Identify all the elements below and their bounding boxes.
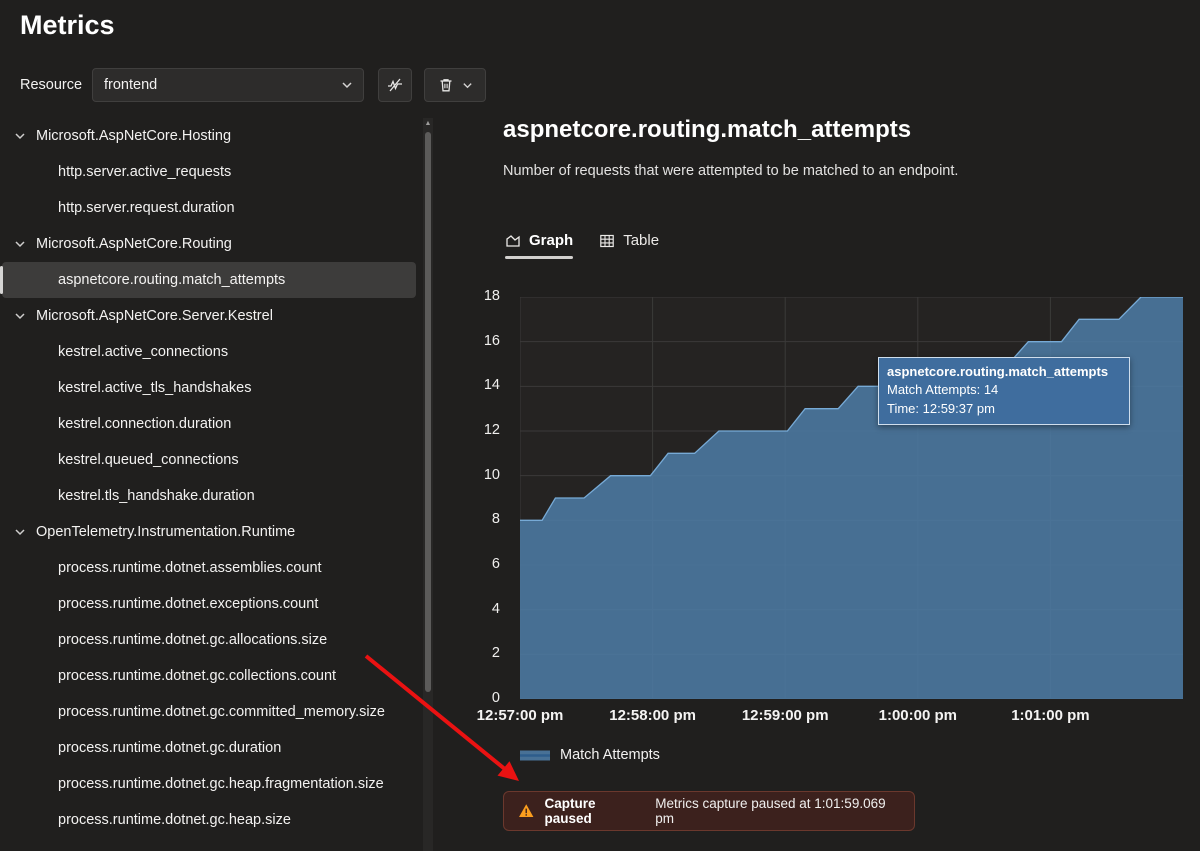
chevron-down-icon xyxy=(15,133,25,140)
y-tick-label: 18 xyxy=(483,288,500,304)
page-title: Metrics xyxy=(20,10,115,40)
y-tick-label: 0 xyxy=(491,690,500,706)
y-tick-label: 6 xyxy=(491,556,500,572)
metric-description: Number of requests that were attempted t… xyxy=(503,163,959,179)
resource-select[interactable]: frontend xyxy=(92,68,364,102)
y-tick-label: 8 xyxy=(491,511,500,528)
scrollbar-up-arrow[interactable]: ▲ xyxy=(423,120,433,127)
x-tick-label: 1:01:00 pm xyxy=(1011,707,1090,724)
sidebar-item[interactable]: http.server.active_requests xyxy=(2,154,416,190)
sidebar-group-label: OpenTelemetry.Instrumentation.Runtime xyxy=(36,524,296,540)
sidebar-item-label: http.server.active_requests xyxy=(58,164,232,180)
sidebar-item[interactable]: process.runtime.dotnet.gc.duration xyxy=(2,730,416,766)
sidebar-item-label: kestrel.tls_handshake.duration xyxy=(58,488,255,504)
tooltip-time: Time: 12:59:37 pm xyxy=(887,400,995,416)
sidebar-item[interactable]: kestrel.connection.duration xyxy=(2,406,416,442)
chevron-down-icon xyxy=(15,241,25,248)
chevron-down-icon xyxy=(15,529,25,536)
scrollbar-thumb[interactable] xyxy=(425,132,431,692)
metrics-page: Metrics Resource frontend Microsoft.AspN… xyxy=(0,0,1200,851)
sidebar-group-label: Microsoft.AspNetCore.Hosting xyxy=(36,128,232,144)
sidebar-item-label: process.runtime.dotnet.gc.collections.co… xyxy=(58,668,337,684)
sidebar-group[interactable]: Microsoft.AspNetCore.Hosting xyxy=(2,118,416,154)
sidebar-item-label: process.runtime.dotnet.exceptions.count xyxy=(58,596,319,612)
sidebar-item-label: http.server.request.duration xyxy=(58,200,235,216)
banner-title: Capture paused xyxy=(544,796,596,826)
sidebar-item[interactable]: kestrel.active_tls_handshakes xyxy=(2,370,416,406)
y-tick-label: 4 xyxy=(491,600,500,617)
tooltip-value: Match Attempts: 14 xyxy=(887,382,999,398)
sidebar-item[interactable]: kestrel.active_connections xyxy=(2,334,416,370)
sidebar-group-label: Microsoft.AspNetCore.Server.Kestrel xyxy=(36,308,273,324)
x-tick-label: 12:57:00 pm xyxy=(476,707,564,724)
sidebar-item[interactable]: http.server.request.duration xyxy=(2,190,416,226)
resource-label: Resource xyxy=(20,77,83,93)
sidebar-item-label: process.runtime.dotnet.gc.committed_memo… xyxy=(58,704,385,720)
sidebar-item-label: process.runtime.dotnet.gc.duration xyxy=(58,740,282,756)
chevron-down-icon xyxy=(462,82,472,88)
area-chart-icon xyxy=(506,234,520,247)
x-tick-label: 1:00:00 pm xyxy=(878,707,957,724)
sidebar-group[interactable]: Microsoft.AspNetCore.Server.Kestrel xyxy=(2,298,416,334)
sidebar-item-label: kestrel.active_tls_handshakes xyxy=(58,380,252,396)
y-tick-label: 14 xyxy=(483,377,500,394)
metrics-tree: Microsoft.AspNetCore.Hosting http.server.… xyxy=(0,118,420,851)
sidebar-item[interactable]: kestrel.tls_handshake.duration xyxy=(2,478,416,514)
chevron-down-icon xyxy=(342,82,352,89)
remove-metrics-button[interactable] xyxy=(424,68,486,102)
sidebar-item[interactable]: process.runtime.dotnet.gc.allocations.si… xyxy=(2,622,416,658)
chart-tooltip: aspnetcore.routing.match_attempts Match … xyxy=(878,357,1130,426)
selection-indicator xyxy=(0,266,3,294)
tab-graph[interactable]: Graph xyxy=(505,232,574,259)
chevron-down-icon xyxy=(15,313,25,320)
sidebar-item-label: process.runtime.dotnet.gc.heap.size xyxy=(58,812,291,828)
metric-title: aspnetcore.routing.match_attempts xyxy=(503,116,912,143)
table-grid-icon xyxy=(600,234,614,247)
sidebar-item[interactable]: aspnetcore.routing.match_attempts xyxy=(2,262,416,298)
sidebar-group[interactable]: Microsoft.AspNetCore.Routing xyxy=(2,226,416,262)
sidebar-item-label: kestrel.queued_connections xyxy=(58,452,239,468)
sidebar-item[interactable]: process.runtime.dotnet.assemblies.count xyxy=(2,550,416,586)
y-tick-label: 12 xyxy=(483,422,500,438)
y-axis-labels: 0 2 4 6 8 10 12 14 16 18 xyxy=(450,288,510,706)
sidebar-item-label: kestrel.connection.duration xyxy=(58,416,232,432)
sidebar-item[interactable]: process.runtime.dotnet.gc.heap.fragmenta… xyxy=(2,766,416,802)
x-tick-label: 12:58:00 pm xyxy=(609,707,696,724)
trash-icon xyxy=(440,79,451,92)
y-tick-label: 16 xyxy=(483,332,500,349)
view-tabs: Graph Table xyxy=(505,232,659,259)
sidebar-scrollbar[interactable]: ▲ xyxy=(423,118,433,851)
sidebar-item-label: process.runtime.dotnet.gc.heap.fragmenta… xyxy=(58,776,384,792)
sidebar-item[interactable]: process.runtime.dotnet.gc.collections.co… xyxy=(2,658,416,694)
sidebar-item[interactable]: kestrel.queued_connections xyxy=(2,442,416,478)
active-tab-indicator xyxy=(505,256,574,259)
y-tick-label: 10 xyxy=(483,466,500,483)
sidebar-item[interactable]: process.runtime.dotnet.exceptions.count xyxy=(2,586,416,622)
resource-select-value: frontend xyxy=(104,77,158,93)
pause-metrics-button[interactable] xyxy=(378,68,412,102)
legend-label: Match Attempts xyxy=(560,747,660,763)
sidebar-item-label: process.runtime.dotnet.gc.allocations.si… xyxy=(58,632,328,648)
sidebar-item[interactable]: process.runtime.dotnet.gc.committed_memo… xyxy=(2,694,416,730)
sidebar-group-label: Microsoft.AspNetCore.Routing xyxy=(36,236,232,252)
banner-message: Metrics capture paused at 1:01:59.069 pm xyxy=(655,796,886,826)
y-tick-label: 2 xyxy=(491,645,500,662)
x-tick-label: 12:59:00 pm xyxy=(741,707,829,724)
sidebar-item-label: process.runtime.dotnet.assemblies.count xyxy=(58,560,322,576)
sidebar-item-label: kestrel.active_connections xyxy=(58,344,229,360)
capture-paused-banner: Capture paused Metrics capture paused at… xyxy=(503,791,915,831)
x-axis-labels: 12:57:00 pm 12:58:00 pm 12:59:00 pm 1:00:00… xyxy=(477,707,1183,729)
sidebar-item[interactable]: process.runtime.dotnet.gc.heap.size xyxy=(2,802,416,838)
warning-icon xyxy=(519,804,534,817)
sidebar-group[interactable]: OpenTelemetry.Instrumentation.Runtime xyxy=(2,514,416,550)
legend-item-match-attempts[interactable]: Match Attempts xyxy=(520,747,660,763)
crossed-out-pulse-icon xyxy=(388,78,402,92)
sidebar-item-label: aspnetcore.routing.match_attempts xyxy=(58,272,286,288)
legend-swatch xyxy=(520,750,550,760)
tab-table[interactable]: Table xyxy=(599,232,659,259)
tooltip-title: aspnetcore.routing.match_attempts xyxy=(887,364,1109,379)
